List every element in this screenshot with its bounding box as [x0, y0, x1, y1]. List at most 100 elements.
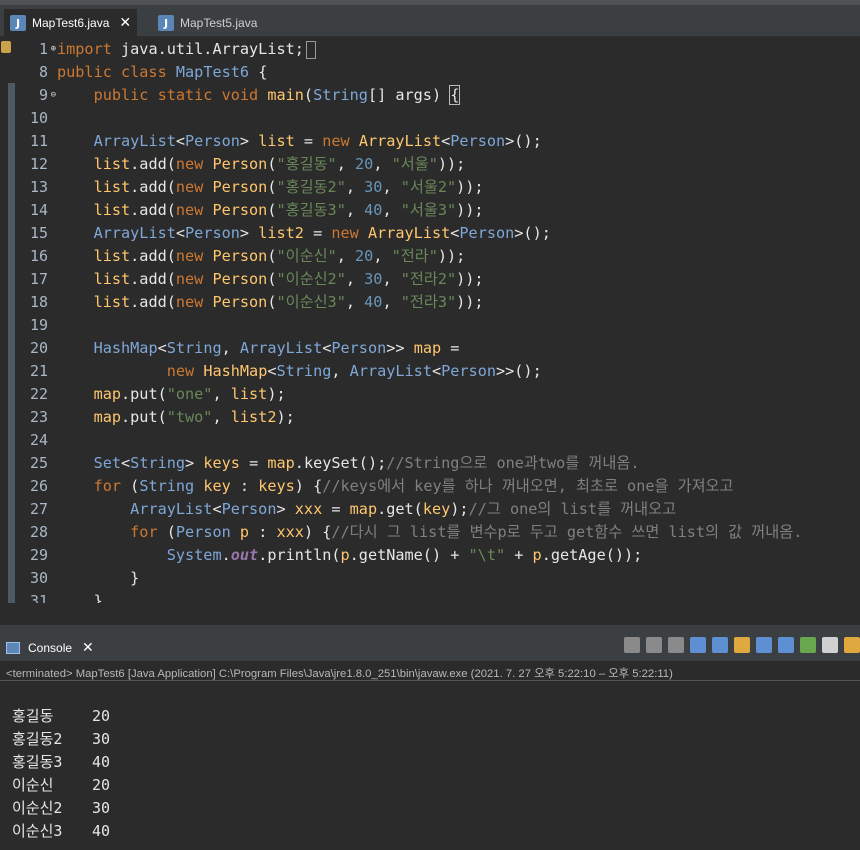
java-file-icon: J — [158, 15, 174, 31]
line-number: 26 — [18, 475, 56, 498]
tab-maptest6[interactable]: J MapTest6.java ✕ — [4, 9, 138, 37]
show-on-error-icon[interactable] — [778, 637, 794, 653]
display-console-icon[interactable] — [822, 637, 838, 653]
line-number: 24 — [18, 429, 56, 452]
change-bar — [8, 83, 15, 603]
terminate-icon[interactable] — [624, 637, 640, 653]
tab-bar-top-strip — [0, 0, 860, 5]
show-on-output-icon[interactable] — [756, 637, 772, 653]
line-number: 16 — [18, 245, 56, 268]
line-number-text: 24 — [29, 431, 48, 449]
line-number: 30 — [18, 567, 56, 590]
code-line[interactable]: ArrayList<Person> xxx = map.get(key);//그… — [57, 498, 676, 521]
line-number-text: 15 — [29, 224, 48, 242]
overview-ruler — [0, 37, 11, 603]
line-number-text: 30 — [29, 569, 48, 587]
console-status: <terminated> MapTest6 [Java Application]… — [6, 668, 673, 680]
line-number-text: 14 — [29, 201, 48, 219]
pin-console-icon[interactable] — [800, 637, 816, 653]
tab-maptest5[interactable]: J MapTest5.java — [152, 9, 263, 37]
code-line[interactable]: list.add(new Person("이순신3", 40, "전라3")); — [57, 291, 484, 314]
code-line[interactable]: for (String key : keys) {//keys에서 key를 하… — [57, 475, 734, 498]
line-number-text: 8 — [38, 63, 48, 81]
line-number-text: 19 — [29, 316, 48, 334]
code-line[interactable]: list.add(new Person("홍길동3", 40, "서울3")); — [57, 199, 484, 222]
code-line[interactable]: new HashMap<String, ArrayList<Person>>()… — [57, 360, 542, 383]
line-number-text: 29 — [29, 546, 48, 564]
console-icon — [6, 641, 20, 654]
person-age: 20 — [92, 707, 111, 725]
collapse-fold-icon[interactable]: ⊖ — [51, 84, 56, 107]
code-line[interactable]: list.add(new Person("이순신", 20, "전라")); — [57, 245, 466, 268]
person-age: 40 — [92, 822, 111, 840]
line-number: 29 — [18, 544, 56, 567]
person-name: 이순신 — [12, 776, 54, 794]
code-line[interactable]: System.out.println(p.getName() + "\t" + … — [57, 544, 643, 567]
code-line[interactable]: map.put("two", list2); — [57, 406, 295, 429]
tab-console[interactable]: Console ✕ — [6, 634, 94, 661]
console-output-line: 홍길동3 40 — [12, 751, 110, 774]
code-area[interactable]: import java.util.ArrayList; public class … — [57, 37, 860, 603]
person-age: 40 — [92, 753, 111, 771]
console-output-line: 이순신3 40 — [12, 820, 110, 843]
editor-tab-bar: J MapTest6.java ✕ J MapTest5.java — [0, 0, 860, 37]
line-number: 8 — [18, 61, 56, 84]
expand-fold-icon[interactable]: ⊕ — [51, 38, 56, 61]
line-number: 15 — [18, 222, 56, 245]
line-number: 10 — [18, 107, 56, 130]
line-number: 9 ⊖ — [18, 84, 56, 107]
line-number-text: 27 — [29, 500, 48, 518]
panel-separator — [0, 603, 860, 625]
line-number-text: 16 — [29, 247, 48, 265]
line-number-text: 17 — [29, 270, 48, 288]
remove-launch-icon[interactable] — [646, 637, 662, 653]
code-line[interactable]: public class MapTest6 { — [57, 61, 267, 84]
code-editor[interactable]: 1 ⊕ 8 9 ⊖ 10 11 12 13 14 15 16 17 18 19 20 21 22 23 24 25 26 2… — [0, 37, 860, 603]
code-line[interactable]: ArrayList<Person> list = new ArrayList<P… — [57, 130, 542, 153]
clear-console-icon[interactable] — [690, 637, 706, 653]
code-line[interactable]: list.add(new Person("홍길동", 20, "서울")); — [57, 153, 466, 176]
code-line[interactable]: } — [57, 567, 139, 590]
code-line[interactable]: Set<String> keys = map.keySet();//String… — [57, 452, 640, 475]
code-line[interactable]: map.put("one", list); — [57, 383, 286, 406]
line-number: 12 — [18, 153, 56, 176]
line-number-text: 20 — [29, 339, 48, 357]
close-icon[interactable]: ✕ — [82, 640, 94, 656]
code-line[interactable]: public static void main(String[] args) { — [57, 84, 461, 107]
person-age: 30 — [92, 730, 111, 748]
open-console-icon[interactable] — [844, 637, 860, 653]
console-output-line: 이순신 20 — [12, 774, 110, 797]
line-number-text: 31 — [29, 592, 48, 603]
code-line[interactable]: import java.util.ArrayList; — [57, 38, 316, 61]
person-name: 이순신3 — [12, 822, 63, 840]
line-number-text: 11 — [29, 132, 48, 150]
code-line[interactable]: HashMap<String, ArrayList<Person>> map = — [57, 337, 460, 360]
line-number-text: 13 — [29, 178, 48, 196]
line-number-text: 23 — [29, 408, 48, 426]
java-file-icon: J — [10, 15, 26, 31]
code-line[interactable]: ArrayList<Person> list2 = new ArrayList<… — [57, 222, 551, 245]
close-icon[interactable]: ✕ — [119, 15, 131, 31]
remove-all-icon[interactable] — [668, 637, 684, 653]
line-number: 19 — [18, 314, 56, 337]
line-number-text: 12 — [29, 155, 48, 173]
line-number: 1 ⊕ — [18, 38, 56, 61]
line-number: 25 — [18, 452, 56, 475]
scroll-lock-icon[interactable] — [712, 637, 728, 653]
person-name: 이순신2 — [12, 799, 63, 817]
console-title: Console — [28, 640, 73, 655]
code-line[interactable]: } — [57, 590, 103, 603]
code-line[interactable]: list.add(new Person("이순신2", 30, "전라2")); — [57, 268, 484, 291]
line-number: 21 — [18, 360, 56, 383]
line-number: 14 — [18, 199, 56, 222]
person-name: 홍길동2 — [12, 730, 63, 748]
line-number-text: 9 — [38, 86, 48, 104]
word-wrap-icon[interactable] — [734, 637, 750, 653]
code-line[interactable]: for (Person p : xxx) {//다시 그 list를 변수p로 … — [57, 521, 802, 544]
line-number-text: 21 — [29, 362, 48, 380]
line-number: 17 — [18, 268, 56, 291]
line-number: 22 — [18, 383, 56, 406]
console-divider — [0, 680, 860, 681]
code-line[interactable]: list.add(new Person("홍길동2", 30, "서울2")); — [57, 176, 484, 199]
line-number: 31 — [18, 590, 56, 603]
